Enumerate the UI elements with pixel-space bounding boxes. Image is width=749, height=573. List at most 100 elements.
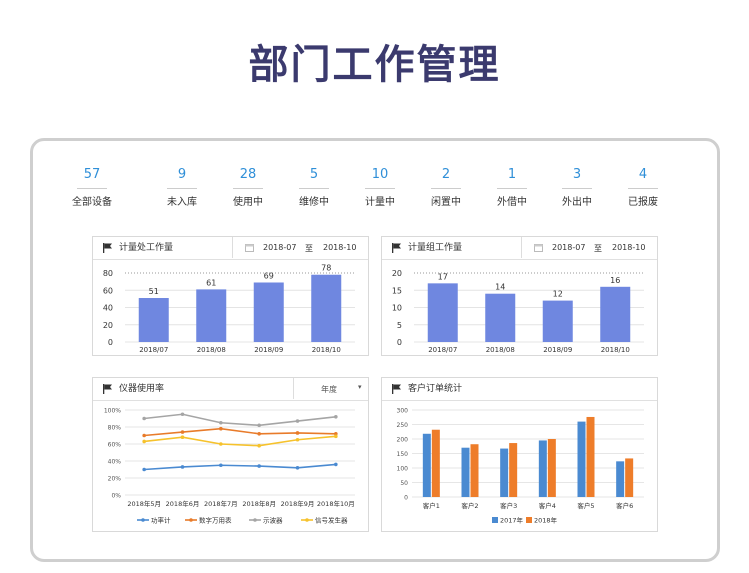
calendar-icon [245, 244, 254, 252]
legend-marker [253, 518, 257, 522]
stat-value: 9 [177, 167, 187, 182]
series-line [144, 427, 336, 437]
stat-metering[interactable]: 10 计量中 [350, 166, 410, 208]
stat-idle[interactable]: 2 闲置中 [416, 166, 476, 208]
y-tick-label: 0% [111, 493, 121, 500]
y-tick-label: 40 [103, 304, 113, 313]
x-tick-label: 2018年10月 [317, 499, 355, 508]
stat-label: 使用中 [233, 197, 263, 208]
data-label: 14 [495, 283, 505, 292]
stat-not-stocked[interactable]: 9 未入库 [152, 166, 212, 208]
x-tick-label: 2018/10 [312, 346, 341, 354]
series-point [142, 433, 146, 438]
series-point [180, 412, 185, 417]
bar [500, 448, 509, 497]
series-point [219, 463, 223, 468]
legend-swatch [526, 517, 532, 523]
date-to[interactable]: 2018-10 [323, 243, 356, 252]
calendar-icon [534, 244, 543, 252]
stat-divider [628, 188, 658, 189]
bar [427, 283, 458, 342]
stat-scrapped[interactable]: 4 已报废 [613, 166, 673, 208]
y-tick-label: 20 [103, 321, 113, 330]
bar [542, 300, 573, 342]
x-tick-label: 客户2 [461, 501, 478, 510]
bar [138, 298, 169, 342]
data-label: 16 [610, 276, 620, 285]
stat-label: 全部设备 [72, 197, 112, 208]
bar [461, 447, 470, 497]
stat-value: 5 [309, 167, 319, 182]
bar [470, 444, 479, 497]
stat-repairing[interactable]: 5 维修中 [284, 166, 344, 208]
stat-divider [365, 188, 395, 189]
stats-row: 57 全部设备 9 未入库 28 使用中 5 维修中 10 计量中 2 闲置中 … [62, 166, 708, 208]
x-tick-label: 客户4 [539, 501, 556, 510]
y-tick-label: 300 [397, 408, 409, 415]
date-to[interactable]: 2018-10 [612, 243, 645, 252]
bar [196, 289, 227, 342]
panel-title: 计量处工作量 [119, 243, 174, 253]
period-select[interactable]: 年度 ▾ [293, 378, 368, 399]
date-from[interactable]: 2018-07 [552, 243, 585, 252]
series-point [219, 442, 223, 446]
stat-label: 外出中 [562, 197, 592, 208]
stat-divider [233, 188, 263, 189]
stat-divider [299, 188, 329, 189]
stat-in-use[interactable]: 28 使用中 [218, 166, 278, 208]
stat-label: 计量中 [365, 197, 395, 208]
x-tick-label: 2018年5月 [127, 499, 161, 508]
stat-value: 2 [441, 167, 451, 182]
series-point [334, 434, 338, 439]
panel-header: 客户订单统计 [382, 378, 657, 401]
panel-title: 仪器使用率 [119, 384, 165, 394]
y-tick-label: 150 [397, 451, 409, 458]
bar [509, 443, 518, 497]
chart-instrument-usage: 0% 20% 40% 60% 80% 100% 2018年5月 2018年6月 2018年7月 2… [104, 408, 355, 525]
series-point [257, 443, 261, 448]
y-tick-label: 20 [392, 269, 402, 278]
bar [616, 461, 625, 497]
x-tick-label: 2018/09 [543, 346, 572, 354]
stat-label: 闲置中 [431, 197, 461, 208]
date-range-picker[interactable]: 2018-07 至 2018-10 [232, 237, 368, 258]
stat-value: 57 [83, 167, 101, 182]
series-point [257, 423, 261, 428]
y-tick-label: 10 [392, 304, 402, 313]
series-point [180, 430, 185, 434]
x-tick-label: 2018年7月 [204, 499, 238, 508]
stat-out[interactable]: 3 外出中 [547, 166, 607, 208]
series-point [180, 465, 185, 469]
chart-dept-workload: 0 20 40 60 80 51 2018/07 61 2018/08 69 2018/09 78 20… [103, 264, 355, 354]
page-title: 部门工作管理 [248, 42, 501, 88]
x-tick-label: 2018/10 [601, 346, 630, 354]
date-separator: 至 [594, 244, 602, 253]
series-line [144, 463, 336, 471]
bar [547, 439, 556, 497]
legend-marker [141, 518, 145, 522]
data-label: 78 [321, 264, 331, 273]
stat-all-devices[interactable]: 57 全部设备 [62, 166, 122, 208]
data-label: 69 [264, 271, 274, 280]
bar [577, 421, 586, 497]
legend-marker [305, 518, 309, 522]
period-select-value: 年度 [321, 385, 337, 394]
y-tick-label: 20% [108, 476, 122, 483]
panel-title: 客户订单统计 [408, 384, 463, 394]
stat-label: 已报废 [628, 197, 658, 208]
series-point [180, 435, 185, 439]
x-tick-label: 客户1 [423, 501, 440, 510]
stat-value: 4 [638, 167, 648, 182]
stat-divider [562, 188, 592, 189]
date-range-picker[interactable]: 2018-07 至 2018-10 [521, 237, 657, 258]
stat-value: 28 [239, 167, 257, 182]
stat-value: 10 [371, 167, 389, 182]
panel-dept-workload: 计量处工作量 2018-07 至 2018-10 0 20 40 60 80 51 2018… [92, 236, 369, 356]
bar [431, 429, 440, 497]
date-from[interactable]: 2018-07 [263, 243, 296, 252]
x-tick-label: 客户3 [500, 501, 517, 510]
x-tick-label: 2018年8月 [242, 499, 276, 508]
panel-title: 计量组工作量 [408, 243, 463, 253]
legend-label: 2017年 [500, 516, 524, 525]
stat-lent[interactable]: 1 外借中 [482, 166, 542, 208]
